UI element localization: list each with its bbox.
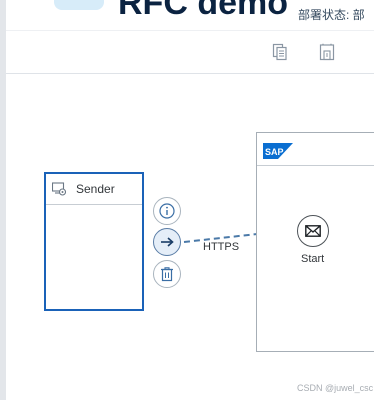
deploy-status: 部署状态: 部 [298, 8, 365, 22]
connect-button[interactable] [153, 228, 181, 256]
pool-header: SAP [257, 133, 374, 166]
start-event-label: Start [301, 253, 325, 265]
sap-logo-text: SAP [265, 147, 284, 157]
arrow-right-icon [161, 237, 174, 247]
trash-icon [161, 267, 173, 282]
sender-system-icon [52, 182, 66, 196]
toolbar [6, 30, 374, 74]
process-canvas[interactable]: Sender HTTPS SAP Start [6, 73, 374, 400]
watermark: CSDN @juwel_csc [297, 383, 374, 393]
delete-button[interactable] [153, 260, 181, 288]
save-as-button[interactable] [317, 41, 337, 63]
copy-button[interactable] [270, 41, 290, 63]
page-title: RFC demo [118, 0, 288, 22]
header-tile [54, 0, 104, 10]
sap-logo: SAP [263, 143, 293, 159]
info-icon [159, 203, 175, 219]
sender-header: Sender [46, 174, 142, 205]
sender-label: Sender [76, 182, 115, 196]
page-header: RFC demo 部署状态: 部 [6, 0, 374, 30]
save-as-icon [319, 43, 335, 61]
connection-label: HTTPS [203, 241, 240, 253]
info-button[interactable] [153, 197, 181, 225]
envelope-icon [305, 225, 321, 237]
start-event[interactable] [297, 215, 329, 247]
sender-participant[interactable]: Sender [44, 172, 144, 311]
copy-icon [272, 43, 287, 61]
